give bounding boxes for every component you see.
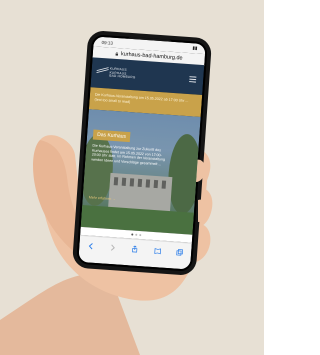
pager-dot[interactable] [135,233,138,236]
menu-icon[interactable] [189,76,197,83]
tabs-icon[interactable] [176,249,184,256]
hero-section: Das Kurhaus Die Kurhaus-Veranstaltung zu… [80,109,201,235]
battery-icon: ▮▮ [192,45,198,51]
pager-dot[interactable] [131,233,134,236]
lock-icon [115,51,119,56]
pager-dot[interactable] [139,234,142,237]
notice-text: Die Kurhaus-Veranstaltung am 15.05.2022 … [94,92,189,104]
share-icon[interactable] [132,245,139,253]
hero-overlay [80,109,201,235]
phone-screen: 09:13 ▮▮ kurhaus-bad-hamburg.de KURHAUS … [78,36,206,270]
status-time: 09:13 [101,39,114,46]
forward-icon[interactable] [109,244,116,251]
back-icon[interactable] [87,242,94,250]
site-logo-text[interactable]: KURHAUS KURHAUS BAD HOMBURG [109,67,150,82]
kurhaus-logo-icon [96,67,109,74]
bookmarks-icon[interactable] [154,247,161,255]
